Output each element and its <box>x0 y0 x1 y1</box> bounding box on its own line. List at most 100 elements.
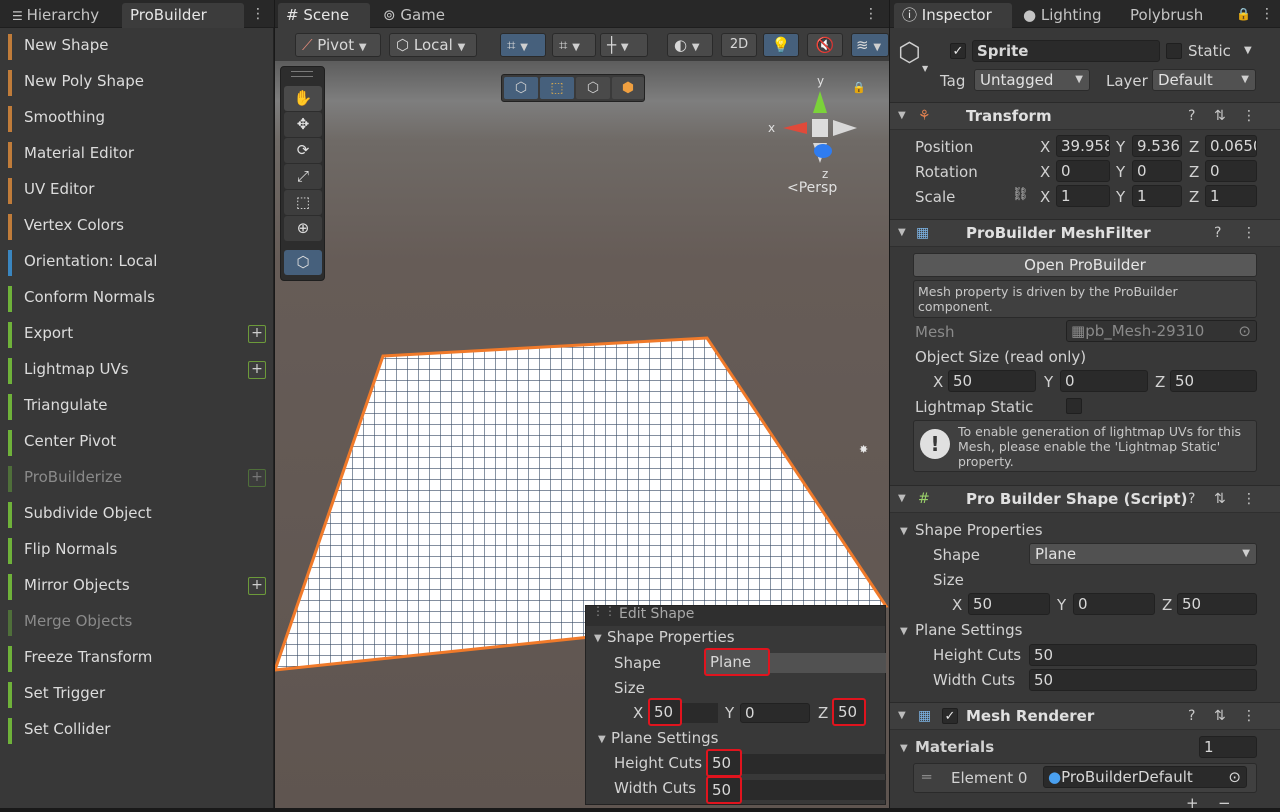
tab-probuilder[interactable]: ProBuilder <box>122 3 244 28</box>
pb-tool-item[interactable]: Lightmap UVs + <box>8 355 266 387</box>
help-icon[interactable]: ? <box>1214 225 1221 241</box>
ruler-button[interactable]: ┼ ▼ <box>600 33 648 57</box>
meshfilter-header[interactable]: ▼ ▦ ProBuilder MeshFilter ? ⋮ <box>890 219 1280 247</box>
lock-icon[interactable]: 🔒 <box>1236 6 1251 22</box>
size-y-field[interactable]: 0 <box>740 703 810 723</box>
shape-dropdown[interactable]: Plane ▼ <box>1029 543 1257 565</box>
grid-snap-button[interactable]: ⌗ ▼ <box>500 33 546 57</box>
options-plus-icon[interactable]: + <box>248 361 266 379</box>
lock-icon[interactable]: 🔒 <box>852 81 866 94</box>
pb-tool-item[interactable]: Center Pivot <box>8 427 266 459</box>
scale-z-field[interactable]: 1 <box>1205 185 1257 207</box>
transform-header[interactable]: ▼ ⚘ Transform ? ⇅ ⋮ <box>890 102 1280 130</box>
section-shape-properties[interactable]: Shape Properties <box>607 628 735 646</box>
chevron-down-icon[interactable]: ▼ <box>922 64 928 73</box>
height-cuts-field[interactable]: 50 <box>1029 644 1257 666</box>
rotation-z-field[interactable]: 0 <box>1205 160 1257 182</box>
kebab-menu-icon[interactable]: ⋮ <box>864 6 878 22</box>
scale-tool-icon[interactable]: ⤢ <box>284 164 322 189</box>
pb-tool-item[interactable]: Set Collider <box>8 715 266 747</box>
pb-tool-item[interactable]: Subdivide Object <box>8 499 266 531</box>
layer-dropdown[interactable]: Default ▼ <box>1152 69 1256 91</box>
pb-tool-item[interactable]: Conform Normals <box>8 283 266 315</box>
shape-size-y-field[interactable]: 0 <box>1073 593 1155 615</box>
rotation-y-field[interactable]: 0 <box>1132 160 1182 182</box>
pb-tool-item[interactable]: ProBuilderize + <box>8 463 266 495</box>
material-field[interactable]: ●ProBuilderDefault ⊙ <box>1043 766 1247 788</box>
tab-game[interactable]: ⊚ Game <box>375 3 453 28</box>
tab-hierarchy[interactable]: ☰ Hierarchy <box>4 3 107 28</box>
kebab-menu-icon[interactable]: ⋮ <box>1242 491 1256 507</box>
fold-icon[interactable]: ▼ <box>900 743 908 754</box>
pb-tool-item[interactable]: Orientation: Local <box>8 247 266 279</box>
transform-tool-icon[interactable]: ⊕ <box>284 216 322 241</box>
fold-icon[interactable]: ▼ <box>594 633 602 644</box>
chevron-down-icon[interactable]: ▼ <box>1244 45 1252 56</box>
help-icon[interactable]: ? <box>1188 708 1195 724</box>
options-plus-icon[interactable]: + <box>248 325 266 343</box>
pb-tool-item[interactable]: Triangulate <box>8 391 266 423</box>
height-cuts-field[interactable]: 50 <box>706 749 742 777</box>
lightmap-static-checkbox[interactable] <box>1066 398 1082 414</box>
projection-label[interactable]: <Persp <box>787 180 837 196</box>
tab-inspector[interactable]: ⓘ Inspector <box>894 3 1012 28</box>
pb-tool-item[interactable]: UV Editor <box>8 175 266 207</box>
shape-dropdown[interactable]: Plane <box>704 648 770 676</box>
kebab-menu-icon[interactable]: ⋮ <box>1242 708 1256 724</box>
width-cuts-field[interactable]: 50 <box>1029 669 1257 691</box>
materials-count-field[interactable]: 1 <box>1199 736 1257 758</box>
pb-tool-item[interactable]: New Shape <box>8 31 266 63</box>
kebab-menu-icon[interactable]: ⋮ <box>251 6 265 22</box>
object-name-field[interactable]: Sprite <box>972 40 1160 62</box>
size-x-field[interactable]: 50 <box>648 698 682 726</box>
mesh-renderer-header[interactable]: ▼ ▦ ✓ Mesh Renderer ? ⇅ ⋮ <box>890 702 1280 730</box>
static-checkbox[interactable] <box>1166 43 1182 59</box>
drag-handle[interactable] <box>291 71 313 77</box>
materials-label[interactable]: Materials <box>915 738 994 756</box>
gameobject-icon[interactable]: ⬡ <box>898 38 921 68</box>
section-shape-properties[interactable]: Shape Properties <box>915 521 1043 539</box>
preset-icon[interactable]: ⇅ <box>1214 491 1226 507</box>
audio-toggle[interactable]: 🔇 <box>807 33 843 57</box>
pb-tool-item[interactable]: Mirror Objects + <box>8 571 266 603</box>
kebab-menu-icon[interactable]: ⋮ <box>1260 6 1274 22</box>
help-icon[interactable]: ? <box>1188 108 1195 124</box>
preset-icon[interactable]: ⇅ <box>1214 708 1226 724</box>
shape-size-x-field[interactable]: 50 <box>968 593 1050 615</box>
edit-shape-tool-icon[interactable]: ⬡ <box>284 250 322 275</box>
effects-dropdown[interactable]: ≋ ▼ <box>851 33 889 57</box>
scale-y-field[interactable]: 1 <box>1132 185 1182 207</box>
2d-toggle[interactable]: 2D <box>721 33 757 57</box>
options-plus-icon[interactable]: + <box>248 577 266 595</box>
section-plane-settings[interactable]: Plane Settings <box>611 729 718 747</box>
shape-script-header[interactable]: ▼ # Pro Builder Shape (Script) ? ⇅ ⋮ <box>890 485 1280 513</box>
pb-tool-item[interactable]: New Poly Shape <box>8 67 266 99</box>
shape-size-z-field[interactable]: 50 <box>1177 593 1257 615</box>
pb-tool-item[interactable]: Vertex Colors <box>8 211 266 243</box>
overlay-titlebar[interactable]: ⋮⋮ Edit Shape <box>586 604 885 626</box>
fold-icon[interactable]: ▼ <box>900 626 908 637</box>
scene-viewport[interactable]: ✋ ✥ ⟳ ⤢ ⬚ ⊕ ⬡ ⬡ ⬚ ⬡ ⬢ y x z 🔒 <Persp ✸ ⋮… <box>275 61 889 808</box>
vertex-mode-icon[interactable]: ⬚ <box>540 77 574 99</box>
draw-mode-button[interactable]: ◐ ▼ <box>667 33 713 57</box>
height-cuts-field-ext[interactable] <box>742 754 886 774</box>
rect-tool-icon[interactable]: ⬚ <box>284 190 322 215</box>
pb-tool-item[interactable]: Material Editor <box>8 139 266 171</box>
scale-x-field[interactable]: 1 <box>1056 185 1110 207</box>
options-plus-icon[interactable]: + <box>248 469 266 487</box>
hand-tool-icon[interactable]: ✋ <box>284 86 322 111</box>
lighting-toggle[interactable]: 💡 <box>763 33 799 57</box>
section-plane-settings[interactable]: Plane Settings <box>915 621 1022 639</box>
space-dropdown[interactable]: ⬡ Local ▼ <box>389 33 477 57</box>
fold-icon[interactable]: ▼ <box>898 227 906 238</box>
pivot-dropdown[interactable]: ⟋ Pivot ▼ <box>295 33 381 57</box>
help-icon[interactable]: ? <box>1188 491 1195 507</box>
link-scale-icon[interactable]: ⛓ <box>1012 187 1029 202</box>
pb-tool-item[interactable]: Export + <box>8 319 266 351</box>
open-probuilder-button[interactable]: Open ProBuilder <box>913 253 1257 277</box>
fold-icon[interactable]: ▼ <box>598 734 606 745</box>
add-material-icon[interactable]: + <box>1186 794 1199 812</box>
shape-dropdown-ext[interactable] <box>770 653 886 673</box>
position-x-field[interactable]: 39.958 <box>1056 135 1110 157</box>
kebab-menu-icon[interactable]: ⋮ <box>1242 225 1256 241</box>
